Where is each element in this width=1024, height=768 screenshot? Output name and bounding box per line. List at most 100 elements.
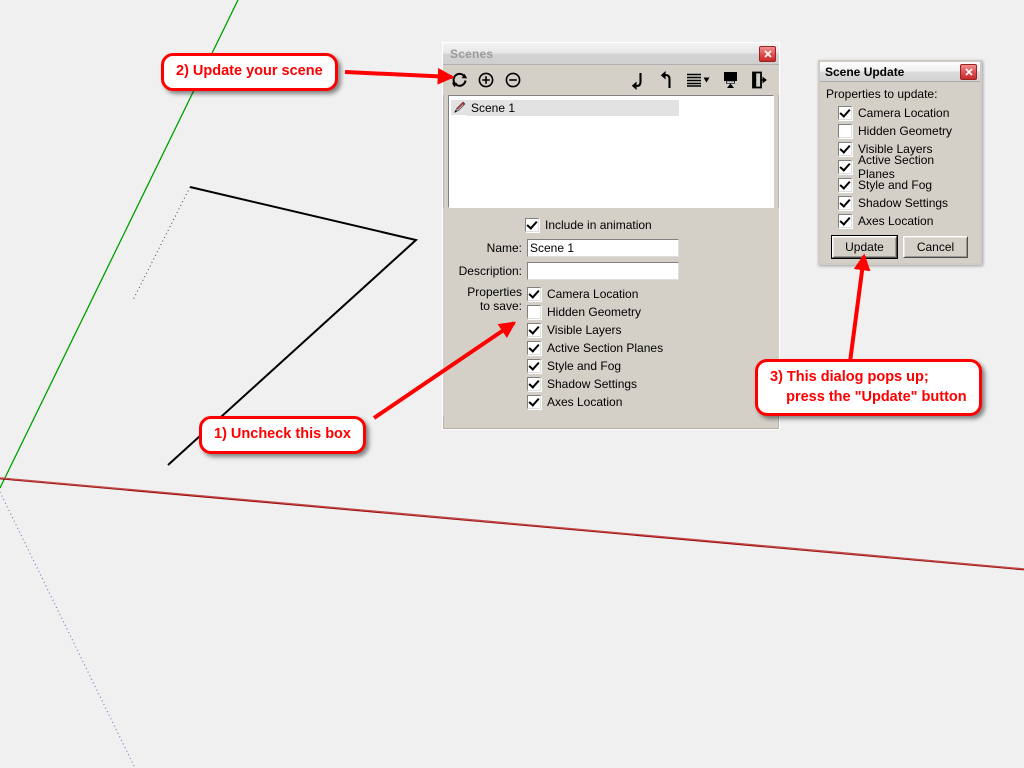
close-icon[interactable] — [960, 64, 977, 80]
model-edge-hidden — [132, 186, 191, 301]
checkbox-camera-location[interactable] — [527, 287, 541, 301]
scene-update-body: Properties to update: Camera Location Hi… — [820, 82, 980, 259]
plus-circle-icon[interactable] — [476, 70, 496, 90]
update-item-label: Hidden Geometry — [858, 124, 953, 138]
property-row-shadow-settings[interactable]: Shadow Settings — [527, 375, 663, 393]
property-label: Shadow Settings — [547, 377, 638, 391]
name-field-row: Name: — [448, 239, 774, 257]
update-item-label: Axes Location — [858, 214, 934, 228]
scenes-panel-title: Scenes — [450, 46, 494, 61]
screen-root: Scenes Scene 1 Include in animation Name… — [0, 0, 1024, 768]
show-details-icon[interactable] — [720, 70, 740, 90]
blue-axis-line — [0, 491, 136, 768]
checkbox-hidden-geometry[interactable] — [527, 305, 541, 319]
pencil-glyph — [453, 101, 465, 113]
include-in-animation-row[interactable]: Include in animation — [525, 218, 774, 232]
list-view-glyph — [687, 73, 710, 87]
checkbox-active-section-planes[interactable] — [527, 341, 541, 355]
checkbox-shadow-settings[interactable] — [838, 196, 852, 210]
properties-to-save-block: Properties to save: Camera Location Hidd… — [448, 285, 774, 411]
scene-update-buttons: Update Cancel — [826, 235, 974, 259]
arrow-down-hook-glyph — [631, 72, 642, 90]
description-input[interactable] — [527, 262, 679, 280]
list-item-label: Scene 1 — [467, 99, 679, 116]
checkbox-visible-layers[interactable] — [527, 323, 541, 337]
checkbox-axes-location[interactable] — [527, 395, 541, 409]
update-item-label: Active Section Planes — [858, 153, 935, 181]
callout-step-2: 2) Update your scene — [161, 53, 338, 91]
scene-update-titlebar[interactable]: Scene Update — [820, 62, 980, 82]
property-label: Axes Location — [547, 395, 623, 409]
checkbox-style-and-fog[interactable] — [527, 359, 541, 373]
cancel-button[interactable]: Cancel — [903, 236, 968, 258]
scene-update-title: Scene Update — [825, 64, 905, 79]
list-item[interactable]: Scene 1 — [451, 99, 679, 116]
scenes-list[interactable]: Scene 1 — [448, 95, 774, 208]
property-label: Camera Location — [547, 287, 639, 301]
scene-update-dialog[interactable]: Scene Update Properties to update: Camer… — [818, 60, 982, 265]
description-field-label: Description: — [458, 264, 522, 278]
property-label: Active Section Planes — [547, 341, 664, 355]
list-view-icon[interactable] — [685, 70, 711, 90]
properties-label-line1: Properties — [467, 285, 522, 299]
property-row-style-and-fog[interactable]: Style and Fog — [527, 357, 663, 375]
update-row-active-section-planes[interactable]: Active Section Planes — [838, 153, 974, 181]
minus-circle-glyph — [505, 72, 521, 88]
checkbox-shadow-settings[interactable] — [527, 377, 541, 391]
update-row-camera-location[interactable]: Camera Location — [838, 104, 974, 122]
property-row-hidden-geometry[interactable]: Hidden Geometry — [527, 303, 663, 321]
update-item-label: Style and Fog — [858, 178, 933, 192]
update-row-hidden-geometry[interactable]: Hidden Geometry — [838, 122, 974, 140]
close-glyph — [763, 50, 772, 58]
checkbox-active-section-planes[interactable] — [838, 160, 852, 174]
refresh-glyph — [451, 72, 467, 87]
show-details-glyph — [723, 72, 737, 88]
update-item-label: Camera Location — [858, 106, 950, 120]
minus-circle-icon[interactable] — [503, 70, 523, 90]
include-in-animation-checkbox[interactable] — [525, 218, 539, 232]
checkbox-style-and-fog[interactable] — [838, 178, 852, 192]
properties-to-save-label: Properties to save: — [448, 285, 527, 411]
update-item-label: Shadow Settings — [858, 196, 949, 210]
description-field-row: Description: — [448, 262, 774, 280]
update-row-shadow-settings[interactable]: Shadow Settings — [838, 194, 974, 212]
checkbox-camera-location[interactable] — [838, 106, 852, 120]
update-button[interactable]: Update — [831, 235, 898, 259]
properties-to-update-label: Properties to update: — [826, 87, 938, 101]
refresh-icon[interactable] — [449, 70, 469, 90]
property-label: Style and Fog — [547, 359, 622, 373]
checkbox-axes-location[interactable] — [838, 214, 852, 228]
properties-to-save-list: Camera Location Hidden Geometry Visible … — [527, 285, 663, 411]
arrow-down-hook-icon[interactable] — [627, 70, 647, 90]
name-field-label: Name: — [486, 241, 522, 255]
property-row-axes-location[interactable]: Axes Location — [527, 393, 663, 411]
property-row-visible-layers[interactable]: Visible Layers — [527, 321, 663, 339]
properties-label-line2: to save: — [479, 299, 522, 313]
scenes-toolbar[interactable] — [443, 65, 779, 95]
scenes-panel[interactable]: Scenes Scene 1 Include in animation Name… — [442, 42, 780, 430]
close-icon[interactable] — [759, 46, 776, 62]
panel-options-glyph — [752, 71, 767, 89]
checkbox-hidden-geometry[interactable] — [838, 124, 852, 138]
chevron-down-icon — [703, 77, 710, 83]
arrow-up-hook-glyph — [660, 70, 671, 88]
callout-step-1: 1) Uncheck this box — [199, 416, 366, 454]
plus-circle-glyph — [478, 72, 494, 88]
properties-to-update-list: Camera Location Hidden Geometry Visible … — [838, 104, 974, 230]
property-row-camera-location[interactable]: Camera Location — [527, 285, 663, 303]
scenes-panel-body: Include in animation Name: Description: … — [443, 208, 779, 416]
red-axis-line-core — [0, 478, 1024, 571]
callout-step-3: 3) This dialog pops up; press the "Updat… — [755, 359, 982, 417]
name-input[interactable] — [527, 239, 679, 257]
red-axis-line — [0, 477, 1024, 570]
checkbox-visible-layers[interactable] — [838, 142, 852, 156]
property-label: Visible Layers — [547, 323, 622, 337]
arrow-up-hook-icon[interactable] — [656, 70, 676, 90]
pencil-icon — [451, 100, 467, 115]
property-label: Hidden Geometry — [547, 305, 642, 319]
scenes-panel-titlebar[interactable]: Scenes — [443, 43, 779, 65]
update-row-axes-location[interactable]: Axes Location — [838, 212, 974, 230]
property-row-active-section-planes[interactable]: Active Section Planes — [527, 339, 663, 357]
include-in-animation-label: Include in animation — [545, 218, 652, 232]
panel-options-icon[interactable] — [749, 70, 769, 90]
